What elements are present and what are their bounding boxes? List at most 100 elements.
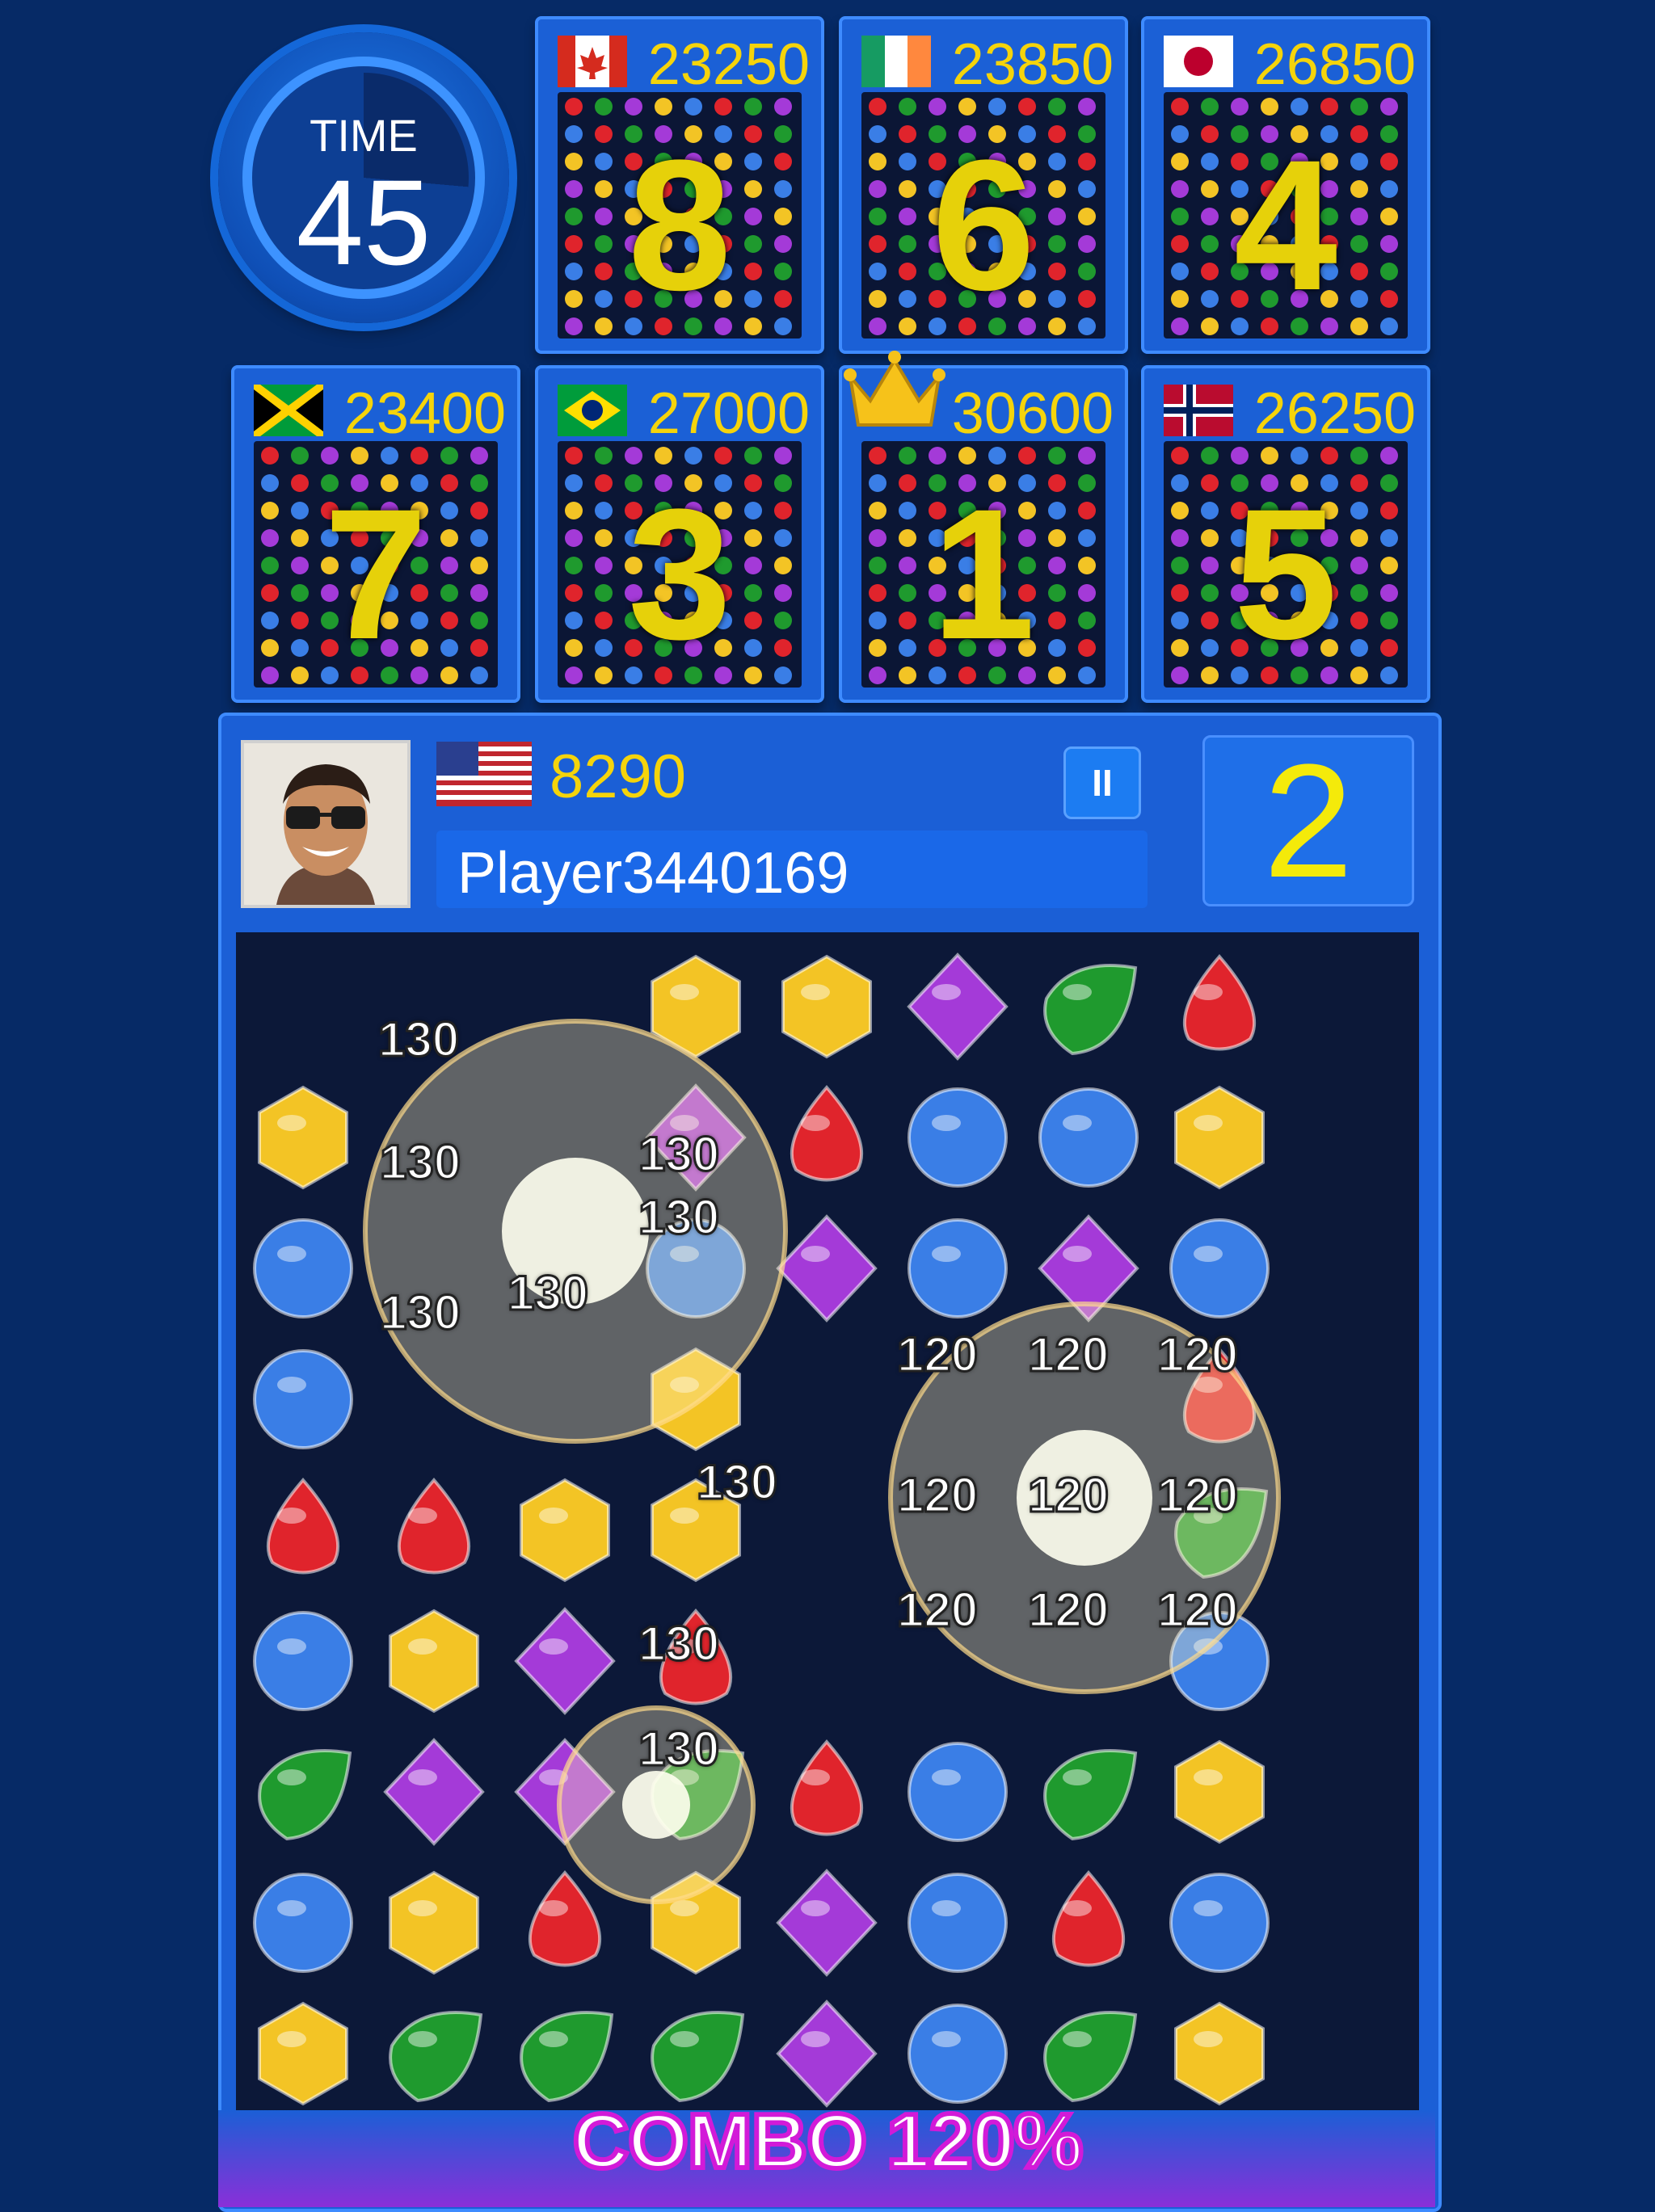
yellow-gem[interactable] — [1174, 2001, 1265, 2106]
gem-highlight — [932, 2031, 961, 2047]
gem-highlight — [670, 984, 699, 1000]
score-popup: 120 — [1156, 1582, 1239, 1638]
yellow-gem[interactable] — [781, 954, 872, 1059]
blue-gem[interactable] — [908, 1087, 1008, 1188]
score-popup: 130 — [637, 1126, 720, 1183]
green-gem[interactable] — [1043, 1749, 1138, 1841]
gem-highlight — [408, 2031, 437, 2047]
opponent-rank: 1 — [932, 470, 1035, 678]
gem-highlight — [277, 1769, 306, 1785]
blue-gem[interactable] — [908, 1873, 1008, 1973]
opponent-score: 23400 — [343, 381, 506, 446]
yellow-gem[interactable] — [1174, 1739, 1265, 1844]
red-gem[interactable] — [1182, 953, 1257, 1051]
blue-gem[interactable] — [253, 1349, 353, 1449]
score-popup: 130 — [378, 1134, 461, 1191]
player-avatar — [241, 740, 411, 908]
gem-grid — [253, 953, 1281, 2108]
gem-highlight — [801, 984, 830, 1000]
opponent-score: 23850 — [951, 32, 1114, 97]
yellow-gem[interactable] — [258, 1085, 348, 1190]
blue-gem[interactable] — [253, 1873, 353, 1973]
blue-gem[interactable] — [908, 2004, 1008, 2104]
pause-button[interactable]: II — [1063, 746, 1141, 819]
opponent-rank: 5 — [1234, 470, 1337, 678]
gem-highlight — [408, 1508, 437, 1524]
red-gem[interactable] — [266, 1477, 340, 1575]
gem-highlight — [277, 1377, 306, 1393]
gem-highlight — [539, 1900, 568, 1916]
blue-gem[interactable] — [253, 1218, 353, 1318]
blue-gem[interactable] — [908, 1218, 1008, 1318]
gem-highlight — [408, 1900, 437, 1916]
purple-gem[interactable] — [776, 1214, 878, 1323]
purple-gem[interactable] — [383, 1738, 485, 1846]
time-value: 45 — [296, 154, 432, 290]
green-gem[interactable] — [389, 2011, 483, 2103]
gem-highlight — [1194, 2031, 1223, 2047]
red-gem[interactable] — [790, 1739, 864, 1836]
gem-highlight — [1063, 1246, 1092, 1262]
flag-brazil-icon — [558, 385, 627, 436]
score-popup: 120 — [1026, 1327, 1110, 1383]
score-popup: 130 — [637, 1189, 720, 1246]
gem-highlight — [801, 1900, 830, 1916]
purple-gem[interactable] — [776, 2000, 878, 2108]
yellow-gem[interactable] — [1174, 1085, 1265, 1190]
blue-gem[interactable] — [1169, 1873, 1270, 1973]
opponent-rank: 3 — [628, 470, 731, 678]
opponent-score: 27000 — [647, 381, 810, 446]
purple-gem[interactable] — [514, 1607, 616, 1715]
opponent-score: 30600 — [951, 381, 1114, 446]
green-gem[interactable] — [258, 1749, 352, 1841]
player-name: Player3440169 — [457, 841, 849, 906]
opponent-card: 27000 3 — [535, 365, 824, 703]
gem-highlight — [1194, 1769, 1223, 1785]
score-popup: 120 — [895, 1467, 979, 1524]
flag-jamaica-icon — [254, 385, 323, 436]
player-rank: 2 — [1202, 735, 1414, 906]
player-name-field: Player3440169 — [436, 831, 1148, 908]
score-popup: 130 — [637, 1616, 720, 1672]
yellow-gem[interactable] — [389, 1870, 479, 1975]
opponent-rank: 6 — [932, 121, 1035, 329]
score-popup: 120 — [895, 1327, 979, 1383]
green-gem[interactable] — [1043, 2011, 1138, 2103]
gem-highlight — [1194, 1246, 1223, 1262]
gem-highlight — [277, 1900, 306, 1916]
gem-highlight — [277, 2031, 306, 2047]
red-gem[interactable] — [790, 1084, 864, 1182]
game-board[interactable] — [236, 932, 1419, 2112]
yellow-gem[interactable] — [520, 1478, 610, 1583]
flag-norway-icon — [1164, 385, 1233, 436]
opponent-card: 23850 6 — [839, 16, 1128, 354]
flag-japan-icon — [1164, 36, 1233, 87]
green-gem[interactable] — [520, 2011, 614, 2103]
red-gem[interactable] — [397, 1477, 471, 1575]
blue-gem[interactable] — [1169, 1218, 1270, 1318]
gem-highlight — [932, 1769, 961, 1785]
score-popup: 130 — [695, 1454, 778, 1511]
score-popup: 120 — [1026, 1582, 1110, 1638]
opponent-card: 26250 5 — [1141, 365, 1430, 703]
gem-highlight — [801, 1246, 830, 1262]
score-popup: 130 — [637, 1721, 720, 1777]
gem-highlight — [670, 2031, 699, 2047]
gem-highlight — [932, 1115, 961, 1131]
red-gem[interactable] — [1051, 1869, 1126, 1967]
opponent-card: 23250 8 — [535, 16, 824, 354]
blue-gem[interactable] — [253, 1611, 353, 1711]
blue-gem[interactable] — [1038, 1087, 1139, 1188]
gem-highlight — [539, 1638, 568, 1655]
gem-highlight — [408, 1769, 437, 1785]
gem-highlight — [1194, 1900, 1223, 1916]
yellow-gem[interactable] — [389, 1609, 479, 1714]
purple-gem[interactable] — [907, 953, 1009, 1061]
green-gem[interactable] — [1043, 964, 1138, 1056]
yellow-gem[interactable] — [258, 2001, 348, 2106]
blue-gem[interactable] — [908, 1742, 1008, 1842]
purple-gem[interactable] — [776, 1869, 878, 1977]
gem-highlight — [801, 1115, 830, 1131]
red-gem[interactable] — [528, 1869, 602, 1967]
green-gem[interactable] — [651, 2011, 745, 2103]
